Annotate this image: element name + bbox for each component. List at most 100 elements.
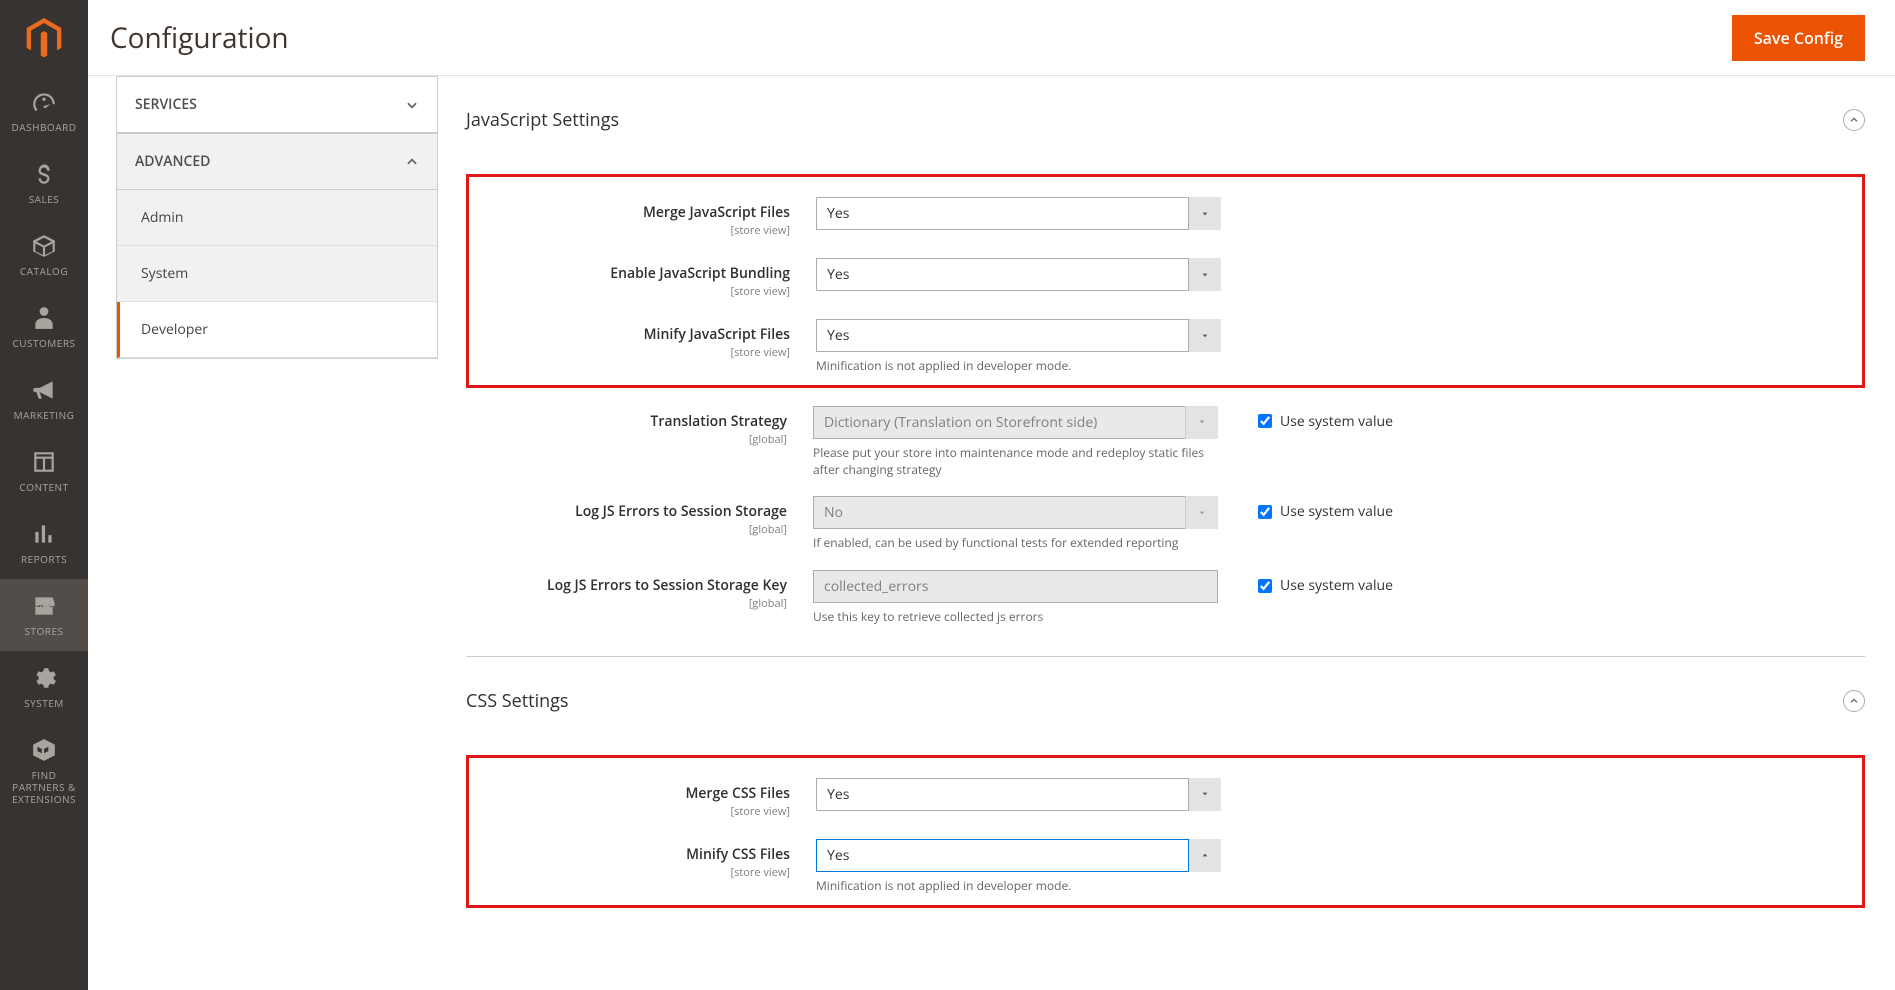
- section-title: JavaScript Settings: [466, 108, 619, 132]
- field-note: Minification is not applied in developer…: [816, 358, 1221, 375]
- field-scope: [global]: [466, 596, 787, 611]
- use-system-checkbox[interactable]: [1258, 505, 1272, 519]
- bars-icon: [31, 521, 57, 547]
- field-merge-js: Merge JavaScript Files [store view]: [481, 197, 1850, 238]
- field-scope: [global]: [466, 432, 787, 447]
- tab-group-services: SERVICES: [116, 76, 438, 134]
- field-note: Use this key to retrieve collected js er…: [813, 609, 1218, 626]
- use-system-checkbox[interactable]: [1258, 579, 1272, 593]
- field-bundle-js: Enable JavaScript Bundling [store view]: [481, 258, 1850, 299]
- nav-label: MARKETING: [14, 409, 75, 421]
- nav-stores[interactable]: STORES: [0, 579, 88, 651]
- field-label: Log JS Errors to Session Storage Key: [466, 576, 787, 595]
- nav-label: DASHBOARD: [12, 121, 77, 133]
- log-key-input: [813, 570, 1218, 603]
- gauge-icon: [31, 89, 57, 115]
- use-system-label: Use system value: [1280, 412, 1393, 431]
- logo-cell[interactable]: [0, 0, 88, 75]
- section-divider: [466, 656, 1865, 657]
- megaphone-icon: [31, 377, 57, 403]
- tab-item-developer[interactable]: Developer: [117, 302, 437, 358]
- minify-js-select[interactable]: [816, 319, 1221, 352]
- tab-item-system[interactable]: System: [117, 246, 437, 302]
- field-note: If enabled, can be used by functional te…: [813, 535, 1218, 552]
- tab-group-body: Admin System Developer: [117, 190, 437, 358]
- nav-label: SYSTEM: [24, 697, 64, 709]
- field-minify-js: Minify JavaScript Files [store view] Min…: [481, 319, 1850, 375]
- chevron-down-icon: [405, 98, 419, 112]
- dollar-icon: [31, 161, 57, 187]
- nav-sales[interactable]: SALES: [0, 147, 88, 219]
- nav-label: REPORTS: [21, 553, 67, 565]
- nav-label: STORES: [25, 625, 64, 637]
- translation-select: [813, 406, 1218, 439]
- field-label: Translation Strategy: [466, 412, 787, 431]
- field-label: Minify JavaScript Files: [481, 325, 790, 344]
- config-content: JavaScript Settings Merge JavaScript Fil…: [438, 76, 1895, 990]
- field-log-key: Log JS Errors to Session Storage Key [gl…: [466, 570, 1865, 626]
- chevron-up-icon: [405, 155, 419, 169]
- field-label: Merge JavaScript Files: [481, 203, 790, 222]
- tab-group-advanced: ADVANCED Admin System Developer: [116, 134, 438, 359]
- nav-label: SALES: [29, 193, 60, 205]
- field-scope: [store view]: [539, 865, 790, 880]
- section-header-js[interactable]: JavaScript Settings: [466, 96, 1865, 144]
- field-label: Log JS Errors to Session Storage: [466, 502, 787, 521]
- store-icon: [31, 593, 57, 619]
- nav-partners[interactable]: FIND PARTNERS & EXTENSIONS: [0, 723, 88, 819]
- section-header-css[interactable]: CSS Settings: [466, 677, 1865, 725]
- field-scope: [store view]: [481, 284, 790, 299]
- main-layout: SERVICES ADVANCED Admin System Developer…: [88, 76, 1895, 990]
- admin-sidebar: DASHBOARD SALES CATALOG CUSTOMERS MARKET…: [0, 0, 88, 990]
- nav-customers[interactable]: CUSTOMERS: [0, 291, 88, 363]
- field-minify-css: Minify CSS Files [store view] Minificati…: [539, 839, 1850, 895]
- use-system-checkbox[interactable]: [1258, 414, 1272, 428]
- tab-group-header-services[interactable]: SERVICES: [117, 77, 437, 133]
- nav-dashboard[interactable]: DASHBOARD: [0, 75, 88, 147]
- field-note: Please put your store into maintenance m…: [813, 445, 1218, 479]
- field-label: Enable JavaScript Bundling: [481, 264, 790, 283]
- person-icon: [31, 305, 57, 331]
- tab-group-label: ADVANCED: [135, 152, 210, 171]
- field-scope: [store view]: [539, 804, 790, 819]
- gear-icon: [31, 665, 57, 691]
- box-icon: [31, 233, 57, 259]
- partners-icon: [31, 737, 57, 763]
- section-title: CSS Settings: [466, 689, 569, 713]
- layout-icon: [31, 449, 57, 475]
- magento-logo-icon: [26, 18, 62, 58]
- nav-catalog[interactable]: CATALOG: [0, 219, 88, 291]
- field-merge-css: Merge CSS Files [store view]: [539, 778, 1850, 819]
- nav-reports[interactable]: REPORTS: [0, 507, 88, 579]
- use-system-label: Use system value: [1280, 502, 1393, 521]
- nav-marketing[interactable]: MARKETING: [0, 363, 88, 435]
- nav-label: FIND PARTNERS & EXTENSIONS: [4, 769, 84, 805]
- tab-group-label: SERVICES: [135, 95, 197, 114]
- use-system-label: Use system value: [1280, 576, 1393, 595]
- nav-content[interactable]: CONTENT: [0, 435, 88, 507]
- field-note: Minification is not applied in developer…: [816, 878, 1221, 895]
- highlighted-js-fields: Merge JavaScript Files [store view] Enab…: [466, 174, 1865, 388]
- bundle-js-select[interactable]: [816, 258, 1221, 291]
- tab-group-header-advanced[interactable]: ADVANCED: [117, 134, 437, 190]
- highlighted-css-fields: Merge CSS Files [store view] Minify CSS …: [466, 755, 1865, 908]
- merge-js-select[interactable]: [816, 197, 1221, 230]
- field-label: Minify CSS Files: [539, 845, 790, 864]
- log-errors-select: [813, 496, 1218, 529]
- nav-label: CUSTOMERS: [12, 337, 75, 349]
- field-scope: [store view]: [481, 223, 790, 238]
- config-tabs: SERVICES ADVANCED Admin System Developer: [88, 76, 438, 990]
- field-scope: [store view]: [481, 345, 790, 360]
- collapse-toggle-icon: [1843, 109, 1865, 131]
- tab-item-admin[interactable]: Admin: [117, 190, 437, 246]
- field-log-errors: Log JS Errors to Session Storage [global…: [466, 496, 1865, 552]
- field-scope: [global]: [466, 522, 787, 537]
- collapse-toggle-icon: [1843, 690, 1865, 712]
- nav-system[interactable]: SYSTEM: [0, 651, 88, 723]
- merge-css-select[interactable]: [816, 778, 1221, 811]
- nav-label: CONTENT: [19, 481, 68, 493]
- nav-label: CATALOG: [20, 265, 68, 277]
- save-config-button[interactable]: Save Config: [1732, 15, 1865, 61]
- minify-css-select[interactable]: [816, 839, 1221, 872]
- field-translation-strategy: Translation Strategy [global] Please put…: [466, 406, 1865, 479]
